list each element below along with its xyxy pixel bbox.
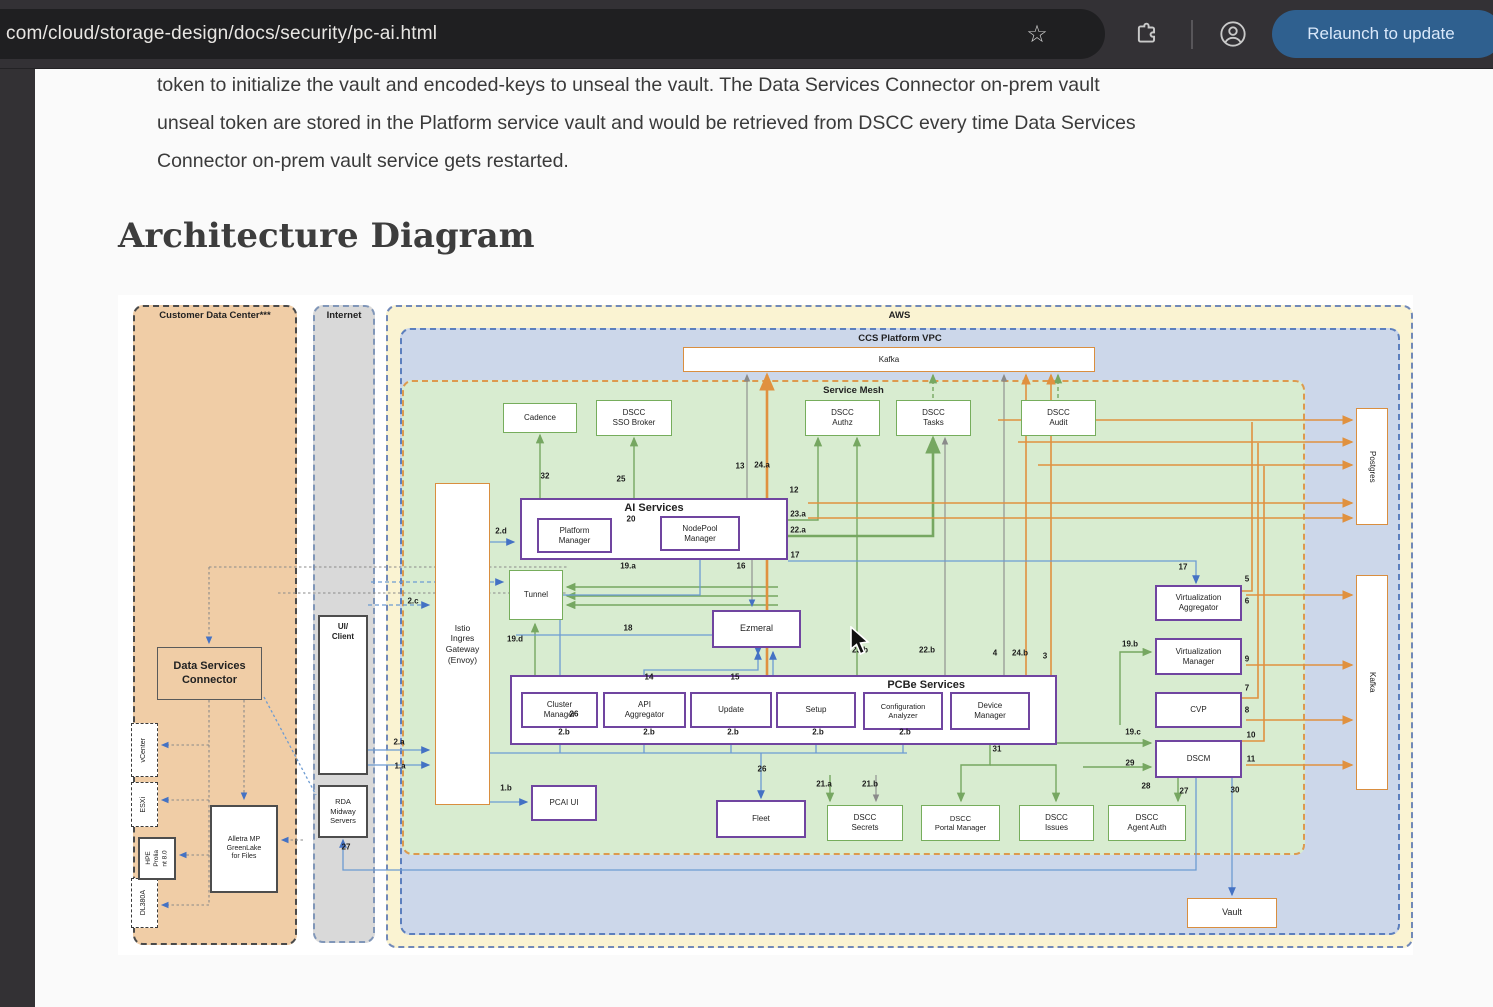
paragraph-line: unseal token are stored in the Platform … bbox=[157, 104, 1437, 142]
edge-label-25: 25 bbox=[617, 475, 626, 484]
profile-icon[interactable] bbox=[1219, 20, 1247, 53]
edge-label-29: 29 bbox=[1126, 759, 1135, 768]
edge-label-13: 13 bbox=[736, 462, 745, 471]
edge-label-2.b: 2.b bbox=[727, 728, 739, 737]
edge-label-28: 28 bbox=[1142, 782, 1151, 791]
edge-label-19.d: 19.d bbox=[507, 635, 523, 644]
edge-label-24.a: 24.a bbox=[754, 461, 770, 470]
edge-label-27: 27 bbox=[342, 843, 351, 852]
edge-label-6: 6 bbox=[1245, 597, 1249, 606]
edge-label-11: 11 bbox=[1247, 755, 1255, 764]
address-bar[interactable]: com/cloud/storage-design/docs/security/p… bbox=[0, 9, 1105, 59]
edge-label-1.a: 1.a bbox=[394, 762, 405, 771]
edge-label-23.a: 23.a bbox=[790, 510, 806, 519]
edge-label-9: 9 bbox=[1245, 655, 1249, 664]
edge-label-2.b: 2.b bbox=[558, 728, 570, 737]
edge-label-22.a: 22.a bbox=[790, 526, 806, 535]
edge-label-2.a: 2.a bbox=[393, 738, 404, 747]
edge-label-22.b: 22.b bbox=[919, 646, 935, 655]
edge-label-15: 15 bbox=[731, 673, 740, 682]
edge-label-19.b: 19.b bbox=[1122, 640, 1138, 649]
paragraph-line: token to initialize the vault and encode… bbox=[157, 66, 1437, 104]
edge-label-26: 26 bbox=[570, 710, 579, 719]
edge-label-32: 32 bbox=[541, 472, 550, 481]
edge-label-5: 5 bbox=[1245, 575, 1249, 584]
page-title: Architecture Diagram bbox=[118, 216, 535, 256]
edge-label-2.b: 2.b bbox=[643, 728, 655, 737]
edge-label-17: 17 bbox=[1179, 563, 1188, 572]
edge-label-14: 14 bbox=[645, 673, 654, 682]
edge-label-18: 18 bbox=[624, 624, 633, 633]
edge-label-2.c: 2.c bbox=[407, 597, 418, 606]
edge-label-16: 16 bbox=[737, 562, 746, 571]
edge-label-1.b: 1.b bbox=[500, 784, 512, 793]
edge-label-31: 31 bbox=[993, 745, 1002, 754]
edge-label-12: 12 bbox=[790, 486, 799, 495]
edge-label-30: 30 bbox=[1231, 786, 1240, 795]
edge-label-2.b: 2.b bbox=[812, 728, 824, 737]
edge-label-24.b: 24.b bbox=[1012, 649, 1028, 658]
edge-label-7: 7 bbox=[1245, 684, 1249, 693]
url-text[interactable]: com/cloud/storage-design/docs/security/p… bbox=[6, 9, 437, 59]
edge-label-3: 3 bbox=[1043, 652, 1047, 661]
edge-label-26: 26 bbox=[758, 765, 767, 774]
window-left-edge bbox=[0, 68, 35, 1007]
edge-label-2.b: 2.b bbox=[899, 728, 911, 737]
edge-label-19.c: 19.c bbox=[1125, 728, 1141, 737]
browser-toolbar: com/cloud/storage-design/docs/security/p… bbox=[0, 0, 1493, 69]
edge-label-17: 17 bbox=[791, 551, 800, 560]
diagram-edge-labels: 32 25 13 24.a 12 23.a 22.a 17 2.d 20 19.a 16 18 19.d 2… bbox=[118, 295, 1413, 955]
bookmark-star-icon[interactable]: ☆ bbox=[1022, 17, 1052, 51]
paragraph-line: Connector on-prem vault service gets res… bbox=[157, 142, 1437, 180]
extensions-puzzle-icon[interactable] bbox=[1134, 21, 1160, 52]
edge-label-27: 27 bbox=[1180, 787, 1189, 796]
edge-label-20: 20 bbox=[627, 515, 636, 524]
relaunch-to-update-button[interactable]: Relaunch to update bbox=[1272, 10, 1493, 58]
architecture-diagram: Customer Data Center***InternetAWSCCS Pl… bbox=[118, 295, 1413, 955]
edge-label-21.a: 21.a bbox=[816, 780, 832, 789]
edge-label-4: 4 bbox=[993, 649, 997, 658]
toolbar-divider bbox=[1191, 20, 1193, 49]
edge-label-8: 8 bbox=[1245, 706, 1249, 715]
edge-label-19.a: 19.a bbox=[620, 562, 636, 571]
edge-label-10: 10 bbox=[1247, 731, 1256, 740]
body-paragraph: token to initialize the vault and encode… bbox=[157, 66, 1437, 180]
edge-label-2.d: 2.d bbox=[495, 527, 507, 536]
edge-label-21.b: 21.b bbox=[862, 780, 878, 789]
mouse-cursor bbox=[848, 626, 874, 661]
